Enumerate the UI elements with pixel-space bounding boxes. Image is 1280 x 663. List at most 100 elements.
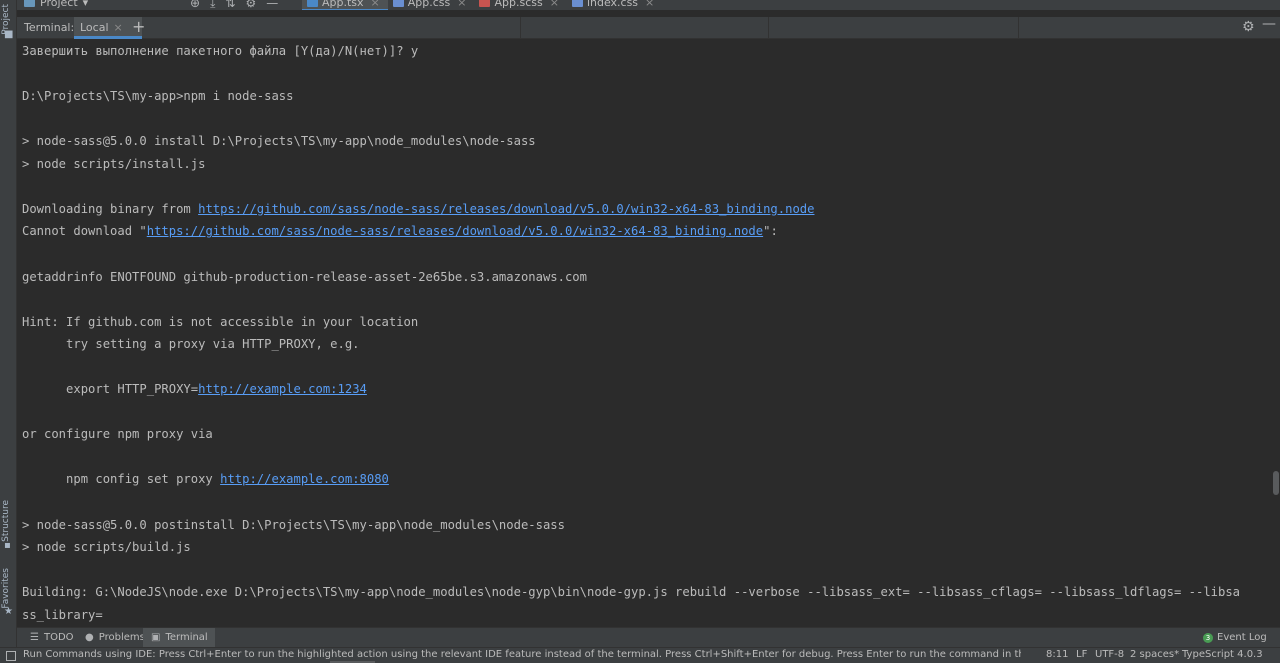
- terminal-text: Building: G:\NodeJS\node.exe D:\Projects…: [22, 585, 1241, 600]
- close-icon[interactable]: ×: [114, 21, 123, 34]
- project-tool-icon[interactable]: —: [266, 0, 278, 10]
- terminal-line: npm config set proxy http://example.com:…: [22, 468, 389, 490]
- divider: [520, 17, 521, 39]
- close-icon[interactable]: ×: [371, 0, 380, 9]
- editor-tabs: App.tsx × App.css × App.scss × index.css ×: [302, 0, 662, 10]
- terminal-line: D:\Projects\TS\my-app>npm i node-sass: [22, 85, 294, 107]
- terminal-text: ss_library=: [22, 607, 103, 622]
- terminal-line: export HTTP_PROXY=http://example.com:123…: [22, 378, 367, 400]
- todo-icon: ☰: [30, 632, 39, 643]
- problems-icon: ●: [85, 632, 94, 643]
- terminal-link[interactable]: http://example.com:8080: [220, 472, 389, 486]
- toolwindow-label: TODO: [43, 632, 74, 643]
- terminal-line: getaddrinfo ENOTFOUND github-production-…: [22, 266, 587, 288]
- terminal-text: Cannot download ": [22, 224, 147, 239]
- star-icon: ★: [4, 606, 13, 617]
- css-file-icon: [571, 0, 583, 7]
- top-toolbar: Project ▾ ⊕ ⤓ ⇅ ⚙ — App.tsx × App.css × App.scss…: [0, 0, 1280, 11]
- project-view-selector[interactable]: Project ▾: [24, 0, 88, 9]
- close-icon[interactable]: ×: [645, 0, 654, 10]
- file-encoding[interactable]: UTF-8: [1095, 649, 1124, 660]
- terminal-text: Hint: If github.com is not accessible in…: [22, 314, 419, 329]
- scrollbar-thumb[interactable]: [1273, 471, 1279, 495]
- line-separator[interactable]: LF: [1076, 649, 1087, 660]
- terminal-link[interactable]: https://github.com/sass/node-sass/releas…: [198, 202, 814, 216]
- css-file-icon: [392, 0, 404, 7]
- terminal-line: Downloading binary from https://github.c…: [22, 198, 814, 220]
- event-log-label: Event Log: [1217, 632, 1267, 643]
- editor-tab[interactable]: App.css ×: [388, 0, 475, 10]
- terminal-line: > node scripts/install.js: [22, 153, 205, 175]
- indent-setting[interactable]: 2 spaces*: [1130, 649, 1179, 660]
- toolwindow-problems[interactable]: ● Problems: [77, 628, 152, 648]
- terminal-line: Cannot download "https://github.com/sass…: [22, 220, 778, 242]
- caret-position[interactable]: 8:11: [1046, 649, 1068, 660]
- terminal-line: > node scripts/build.js: [22, 536, 191, 558]
- terminal-text: > node-sass@5.0.0 postinstall D:\Project…: [22, 517, 565, 532]
- event-log-badge: 3: [1203, 632, 1213, 643]
- terminal-text: > node scripts/build.js: [22, 540, 191, 555]
- structure-tool-button[interactable]: Structure: [1, 500, 11, 542]
- terminal-tab-label: Local: [80, 21, 109, 34]
- terminal-text: > node-sass@5.0.0 install D:\Projects\TS…: [22, 134, 536, 149]
- toggle-tool-windows-icon[interactable]: [6, 651, 16, 661]
- toolwindow-label: Terminal: [165, 632, 208, 643]
- terminal-text: npm config set proxy: [22, 472, 221, 487]
- project-tool-icon[interactable]: ⤓: [210, 0, 215, 10]
- minimize-icon[interactable]: —: [1262, 16, 1276, 32]
- toolwindow-todo[interactable]: ☰ TODO: [22, 628, 81, 648]
- terminal-text: Завершить выполнение пакетного файла [Y(…: [22, 44, 419, 58]
- terminal-text: try setting a proxy via HTTP_PROXY, e.g.: [22, 337, 360, 352]
- terminal-text: ":: [763, 224, 778, 239]
- event-log-button[interactable]: 3 Event Log: [1203, 632, 1267, 643]
- terminal-scrollbar[interactable]: [1272, 40, 1280, 627]
- project-tool-icon[interactable]: ⊕: [190, 0, 200, 10]
- new-terminal-plus-icon[interactable]: +: [132, 17, 145, 36]
- editor-tab-label: App.css: [407, 0, 451, 9]
- folder-icon: ■: [4, 29, 14, 40]
- status-message: Run Commands using IDE: Press Ctrl+Enter…: [23, 649, 1021, 660]
- editor-tab-label: App.tsx: [322, 0, 364, 9]
- terminal-line: ss_library=: [22, 604, 103, 626]
- project-icon: [24, 0, 35, 7]
- tool-window-bar: 3 Event Log ☰ TODO ● Problems ▣ Terminal: [17, 627, 1280, 648]
- terminal-line: try setting a proxy via HTTP_PROXY, e.g.: [22, 333, 360, 355]
- project-tool-icon[interactable]: ⚙: [245, 0, 256, 10]
- divider: [768, 17, 769, 39]
- project-tool-icon[interactable]: ⇅: [225, 0, 235, 10]
- terminal-text: D:\Projects\TS\my-app>npm i node-sass: [22, 89, 294, 104]
- divider: [1018, 17, 1019, 39]
- terminal-line: Завершить выполнение пакетного файла [Y(…: [22, 40, 418, 62]
- gear-icon[interactable]: ⚙: [1242, 19, 1255, 35]
- terminal-link[interactable]: http://example.com:1234: [198, 382, 367, 396]
- editor-tab[interactable]: App.tsx ×: [302, 0, 388, 10]
- editor-tab[interactable]: App.scss ×: [474, 0, 566, 10]
- editor-tab[interactable]: index.css ×: [567, 0, 662, 10]
- terminal-text: > node scripts/install.js: [22, 156, 206, 171]
- favorites-tool-button[interactable]: Favorites: [1, 568, 11, 609]
- toolwindow-terminal[interactable]: ▣ Terminal: [143, 628, 215, 648]
- project-label: Project: [40, 0, 78, 9]
- terminal-line: Building: G:\NodeJS\node.exe D:\Projects…: [22, 581, 1240, 603]
- language-service[interactable]: TypeScript 4.0.3: [1182, 649, 1263, 660]
- terminal-text: Downloading binary from: [22, 201, 199, 216]
- project-tools: ⊕ ⤓ ⇅ ⚙ —: [190, 0, 278, 10]
- terminal-output[interactable]: Завершить выполнение пакетного файла [Y(…: [22, 40, 1272, 627]
- terminal-link[interactable]: https://github.com/sass/node-sass/releas…: [147, 224, 763, 238]
- terminal-icon: ▣: [151, 632, 161, 643]
- terminal-line: Hint: If github.com is not accessible in…: [22, 311, 418, 333]
- status-bar: Run Commands using IDE: Press Ctrl+Enter…: [0, 647, 1280, 663]
- terminal-header: Terminal: Local × + ⚙ —: [17, 16, 1280, 39]
- terminal-line: > node-sass@5.0.0 install D:\Projects\TS…: [22, 130, 536, 152]
- terminal-line: or configure npm proxy via: [22, 423, 213, 445]
- terminal-label: Terminal:: [24, 21, 75, 34]
- close-icon[interactable]: ×: [550, 0, 559, 10]
- editor-tab-label: index.css: [586, 0, 639, 9]
- left-tool-stripe: Project ■ Structure ▪ Favorites ★: [0, 0, 17, 648]
- terminal-line: > node-sass@5.0.0 postinstall D:\Project…: [22, 514, 565, 536]
- chevron-down-icon: ▾: [82, 0, 89, 9]
- scss-file-icon: [479, 0, 491, 7]
- structure-icon: ▪: [4, 540, 11, 551]
- toolwindow-label: Problems: [98, 632, 145, 643]
- close-icon[interactable]: ×: [457, 0, 466, 10]
